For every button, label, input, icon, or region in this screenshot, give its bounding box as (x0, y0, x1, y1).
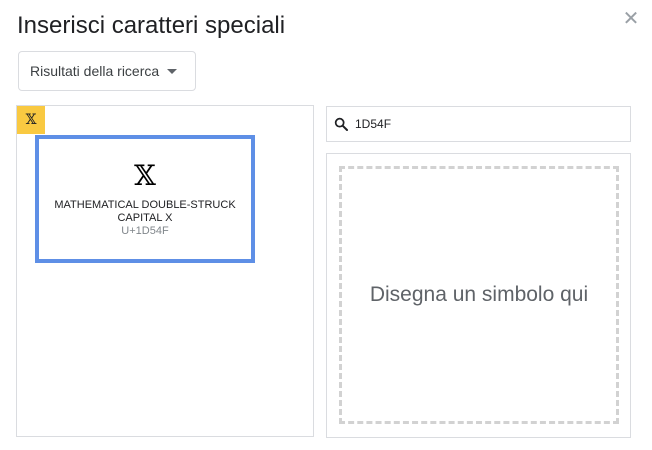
draw-panel: Disegna un simbolo qui (326, 153, 631, 438)
result-tile[interactable]: 𝕏 (17, 106, 45, 134)
close-icon[interactable]: ✕ (622, 9, 640, 29)
category-dropdown-label: Risultati della ricerca (30, 63, 160, 79)
draw-placeholder: Disegna un simbolo qui (369, 283, 589, 306)
category-dropdown[interactable]: Risultati della ricerca (18, 51, 196, 91)
character-name: MATHEMATICAL DOUBLE-STRUCK CAPITAL X (54, 199, 236, 224)
results-panel: 𝕏 𝕏 MATHEMATICAL DOUBLE-STRUCK CAPITAL X… (16, 105, 314, 437)
dialog-title: Inserisci caratteri speciali (17, 12, 286, 39)
character-code: U+1D54F (121, 225, 169, 237)
character-glyph: 𝕏 (134, 159, 156, 192)
search-input[interactable] (355, 117, 615, 131)
caret-down-icon (167, 68, 178, 74)
character-preview-card[interactable]: 𝕏 MATHEMATICAL DOUBLE-STRUCK CAPITAL X U… (35, 135, 255, 263)
draw-area[interactable]: Disegna un simbolo qui (339, 166, 619, 424)
search-icon (334, 117, 348, 131)
search-box[interactable] (326, 106, 631, 142)
